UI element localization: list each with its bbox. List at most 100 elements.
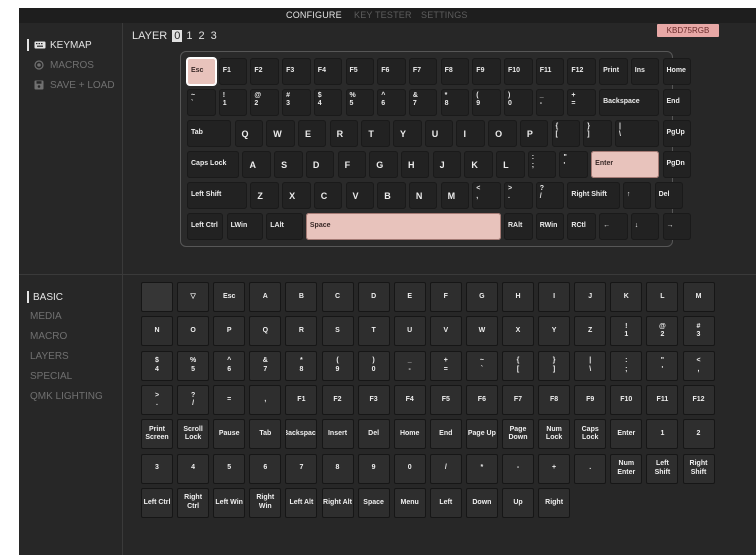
keycode-space[interactable]: Space [357,487,390,518]
keycode-right-shift[interactable]: Right Shift [682,453,715,484]
keymap-key-f1[interactable]: F1 [218,58,248,85]
keymap-key-f10[interactable]: F10 [504,58,533,85]
keycode-comma[interactable]: , [249,384,282,415]
keymap-key-right-arrow[interactable]: → [662,213,691,240]
keycode-i[interactable]: I [538,282,571,312]
keycode-blank[interactable]: | \ [574,350,607,381]
keymap-key-del[interactable]: Del [654,182,684,209]
keycode-scroll-lock[interactable]: Scroll Lock [177,419,210,450]
keycode-del[interactable]: Del [357,419,390,450]
keymap-key-l[interactable]: L [496,151,525,178]
category-layers[interactable]: LAYERS [30,351,69,362]
keymap-key-rwin[interactable]: RWin [535,213,565,240]
keycode-blank[interactable]: {[ [502,350,534,381]
keycode-z[interactable]: Z [574,316,607,347]
keymap-key-a[interactable]: A [242,151,271,178]
keycode-8[interactable]: * 8 [285,350,318,381]
keycode-f[interactable]: F [429,282,462,312]
keymap-key-quote[interactable]: " ' [559,151,588,178]
keycode-tab[interactable]: Tab [249,419,282,450]
keymap-key-lparen[interactable]: (9 [472,89,501,116]
category-media[interactable]: MEDIA [30,311,62,322]
keycode-x[interactable]: X [502,316,534,347]
keycode-7[interactable]: 7 [285,453,318,484]
keycode-blank[interactable]: + = [429,350,462,381]
keycode-t[interactable]: T [357,316,390,347]
keycode-2[interactable]: 2 [682,419,715,450]
keymap-key-m[interactable]: M [440,182,470,209]
keymap-key-star[interactable]: * 8 [440,89,470,116]
keymap-key-b[interactable]: B [377,182,406,209]
keycode-backspace[interactable]: Backspace [285,419,318,450]
keycode-u[interactable]: U [393,316,426,347]
keycode-right-win[interactable]: Right Win [249,487,282,518]
keycode-caps-lock[interactable]: Caps Lock [574,419,607,450]
keycode-a[interactable]: A [249,282,282,312]
keymap-key-f8[interactable]: F8 [440,58,470,85]
keycode-insert[interactable]: Insert [321,419,354,450]
keymap-key-amp[interactable]: & 7 [408,89,438,116]
keymap-key-less[interactable]: <, [472,182,501,209]
keymap-key-right-shift[interactable]: Right Shift [567,182,620,209]
keycode-right-alt[interactable]: Right Alt [321,487,354,518]
keycode-home[interactable]: Home [393,419,426,450]
keymap-key-plus[interactable]: + = [567,89,596,116]
keymap-key-t[interactable]: T [361,120,390,147]
keycode-m[interactable]: M [682,282,715,312]
keycode-d[interactable]: D [357,282,390,312]
keycode-f8[interactable]: F8 [538,384,571,415]
category-macro[interactable]: MACRO [30,331,67,342]
keymap-key-h[interactable]: H [400,151,430,178]
keymap-key-print[interactable]: Print [599,58,628,85]
keycode-f10[interactable]: F10 [610,384,643,415]
keymap-key-d[interactable]: D [305,151,335,178]
keymap-key-p[interactable]: P [519,120,549,147]
keycode-f12[interactable]: F12 [682,384,715,415]
keymap-key-c[interactable]: C [313,182,343,209]
keycode-page-down[interactable]: Page Down [502,419,534,450]
keycode-4[interactable]: 4 [177,453,210,484]
keymap-key-y[interactable]: Y [393,120,422,147]
keymap-key-g[interactable]: G [369,151,398,178]
keymap-key-percent[interactable]: % 5 [345,89,374,116]
keycode-9[interactable]: 9 [357,453,390,484]
keymap-key-pgdn[interactable]: PgDn [662,151,691,178]
keycode-3[interactable]: 3 [141,453,173,484]
keycode-left-win[interactable]: Left Win [213,487,246,518]
keymap-key-up-arrow[interactable]: ↑ [622,182,652,209]
keycode-5[interactable]: 5 [213,453,246,484]
keycode-f9[interactable]: F9 [574,384,607,415]
keymap-key-greater[interactable]: >. [504,182,533,209]
keycode-end[interactable]: End [429,419,462,450]
keycode-q[interactable]: Q [249,316,282,347]
keymap-key-i[interactable]: I [456,120,485,147]
keymap-key-f3[interactable]: F3 [282,58,311,85]
keycode-k[interactable]: K [610,282,643,312]
keycode-transparent[interactable]: ▽ [177,282,210,312]
keycode-f7[interactable]: F7 [502,384,534,415]
keycode-6[interactable]: ^ 6 [213,350,246,381]
keycode-blank[interactable] [141,282,173,312]
keycode-left-alt[interactable]: Left Alt [285,487,318,518]
keycode-star[interactable]: * [465,453,498,484]
keycode-num-lock[interactable]: Num Lock [538,419,571,450]
keymap-key-backspace[interactable]: Backspace [599,89,660,116]
keymap-key-rparen[interactable]: ) 0 [504,89,533,116]
keymap-key-rbrace[interactable]: }] [583,120,612,147]
keycode-page-up[interactable]: Page Up [465,419,498,450]
keymap-key-end[interactable]: End [662,89,691,116]
tab-configure[interactable]: CONFIGURE [286,10,342,20]
keymap-key-hash[interactable]: #3 [282,89,311,116]
keycode-pause[interactable]: Pause [213,419,246,450]
keymap-key-at[interactable]: @2 [250,89,279,116]
keycode-blank[interactable]: }] [538,350,571,381]
layer-2-button[interactable]: 2 [197,30,207,42]
keycode-5[interactable]: % 5 [177,350,210,381]
keycode-left-shift[interactable]: Left Shift [646,453,679,484]
keymap-key-lbrace[interactable]: {[ [551,120,581,147]
keycode-equals[interactable]: = [213,384,246,415]
keycode-1[interactable]: 1 [646,419,679,450]
keycode-blank[interactable]: ~ ` [465,350,498,381]
tab-settings[interactable]: SETTINGS [421,10,468,20]
keycode-period[interactable]: . [574,453,607,484]
